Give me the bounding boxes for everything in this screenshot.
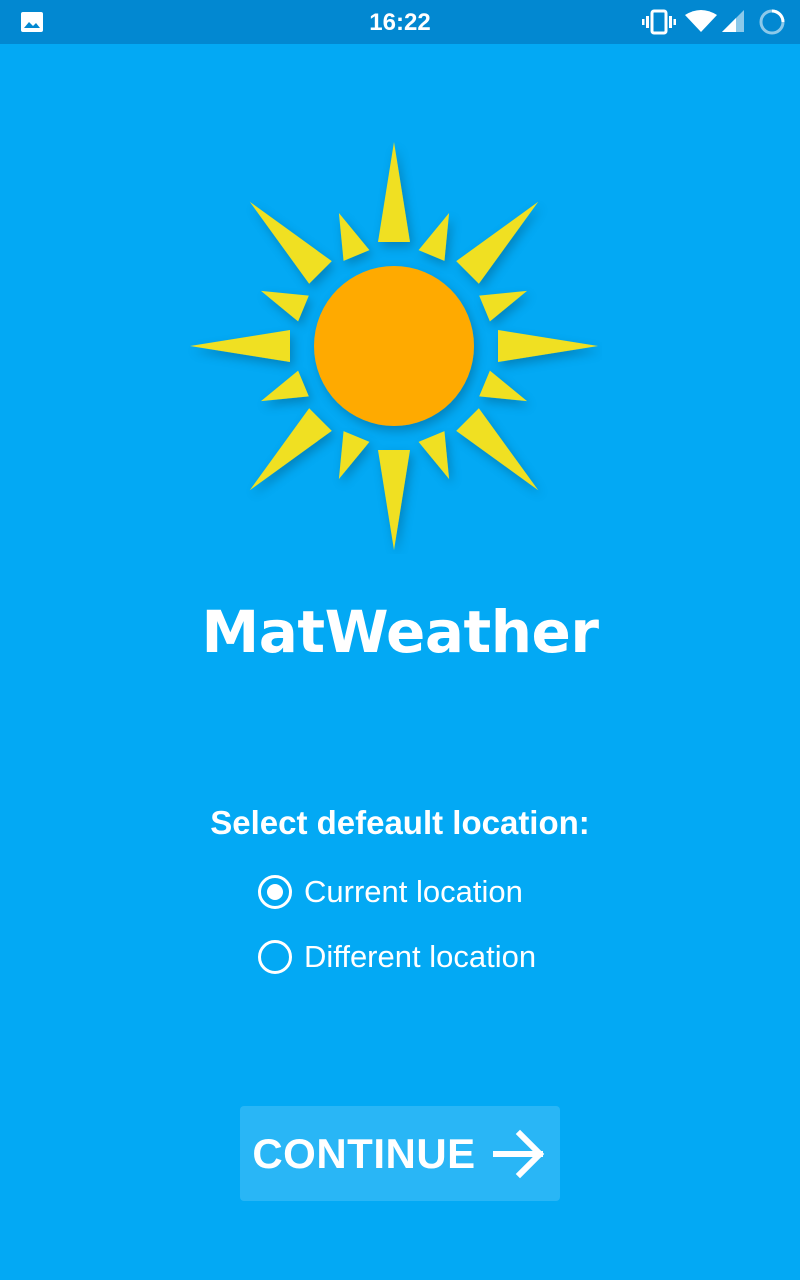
continue-button[interactable]: CONTINUE [240,1106,560,1201]
arrow-right-icon [492,1129,544,1178]
location-radio-group: Current location Different location [258,870,598,1000]
radio-different-location[interactable]: Different location [258,935,598,979]
location-prompt: Select defeault location: [210,804,590,841]
radio-button-checked-icon[interactable] [258,875,292,909]
sync-icon [759,9,785,35]
status-bar: 16:22 [0,0,800,44]
radio-label[interactable]: Current location [304,874,523,910]
vibrate-icon [642,9,676,35]
continue-label: CONTINUE [252,1129,476,1177]
sun-core [314,266,474,426]
radio-current-location[interactable]: Current location [258,870,598,914]
radio-label[interactable]: Different location [304,939,536,975]
signal-icon [722,10,744,32]
radio-button-unchecked-icon[interactable] [258,940,292,974]
app-title: MatWeather [201,598,599,666]
sun-icon [190,142,598,550]
wifi-icon [685,10,717,32]
clock: 16:22 [369,9,431,36]
